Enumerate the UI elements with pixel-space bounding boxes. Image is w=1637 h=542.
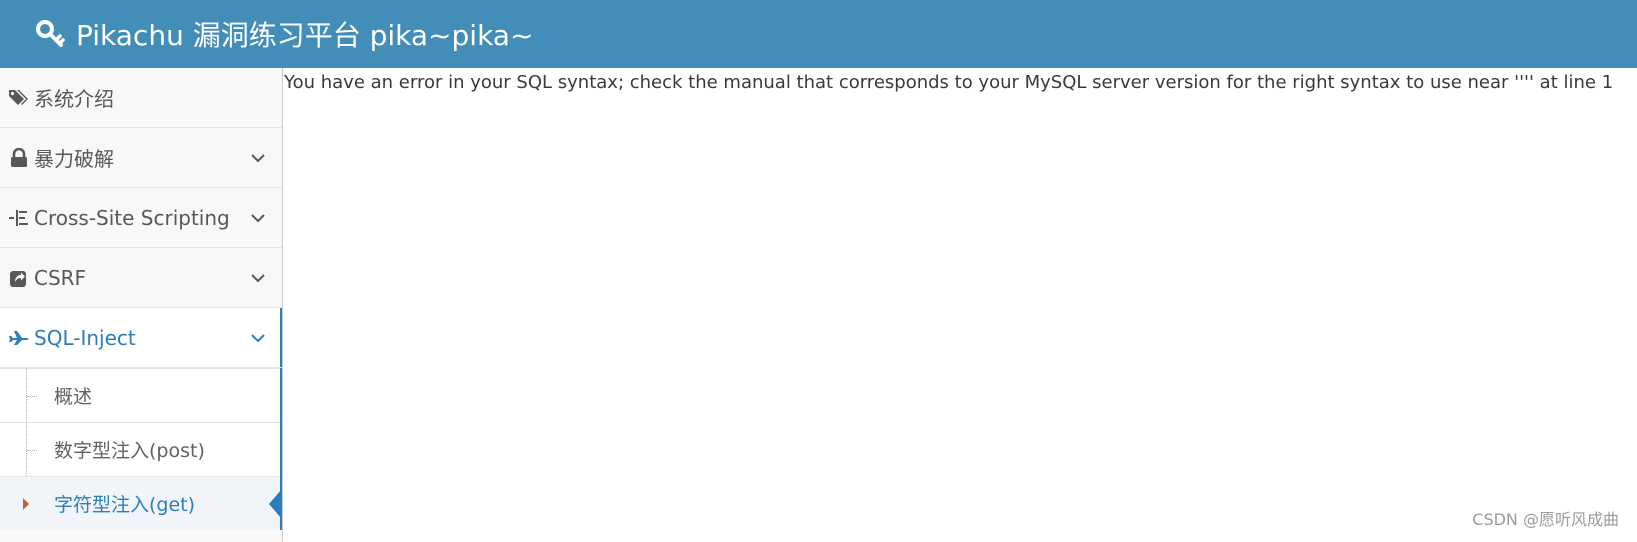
sql-error-message: You have an error in your SQL syntax; ch… bbox=[284, 72, 1614, 93]
sidebar-item-brute-force[interactable]: 暴力破解 bbox=[0, 128, 282, 188]
submenu-item-label: 概述 bbox=[54, 386, 93, 408]
key-icon bbox=[36, 20, 65, 47]
navbar: Pikachu 漏洞练习平台 pika~pika~ bbox=[0, 0, 1637, 68]
sidebar-item-sql-inject[interactable]: SQL-Inject bbox=[0, 308, 282, 368]
sidebar-item-label: CSRF bbox=[34, 265, 87, 290]
chevron-down-icon bbox=[251, 153, 265, 162]
submenu-item-string-get[interactable]: 字符型注入(get) bbox=[0, 476, 281, 530]
chevron-down-icon bbox=[251, 213, 265, 222]
sidebar: 系统介绍 暴力破解 Cross-Site Scripting CSRF SQL-… bbox=[0, 68, 283, 542]
submenu-item-numeric-post[interactable]: 数字型注入(post) bbox=[0, 422, 280, 476]
sql-inject-submenu: 概述 数字型注入(post) 字符型注入(get) bbox=[0, 368, 282, 530]
sidebar-item-label: 系统介绍 bbox=[34, 87, 114, 111]
watermark: CSDN @愿听风成曲 bbox=[1472, 510, 1619, 529]
indent-list-icon bbox=[8, 207, 30, 229]
share-external-icon bbox=[8, 267, 30, 289]
tags-icon bbox=[8, 87, 30, 109]
submenu-item-label: 数字型注入(post) bbox=[54, 440, 205, 462]
sidebar-item-intro[interactable]: 系统介绍 bbox=[0, 68, 282, 128]
submenu-item-overview[interactable]: 概述 bbox=[0, 368, 280, 422]
sidebar-item-csrf[interactable]: CSRF bbox=[0, 248, 282, 308]
brand-title[interactable]: Pikachu 漏洞练习平台 pika~pika~ bbox=[76, 14, 533, 54]
sidebar-item-xss[interactable]: Cross-Site Scripting bbox=[0, 188, 282, 248]
sidebar-item-label: Cross-Site Scripting bbox=[34, 205, 230, 230]
sidebar-item-label: 暴力破解 bbox=[34, 147, 114, 171]
caret-right-icon bbox=[23, 497, 29, 510]
chevron-down-icon bbox=[251, 333, 265, 342]
plane-icon bbox=[8, 327, 30, 349]
tree-line bbox=[27, 395, 37, 397]
tree-line bbox=[27, 449, 37, 451]
submenu-item-label: 字符型注入(get) bbox=[54, 494, 196, 516]
active-pointer-icon bbox=[269, 489, 281, 518]
lock-icon bbox=[8, 147, 30, 169]
sidebar-item-label: SQL-Inject bbox=[34, 325, 136, 350]
chevron-down-icon bbox=[251, 273, 265, 282]
